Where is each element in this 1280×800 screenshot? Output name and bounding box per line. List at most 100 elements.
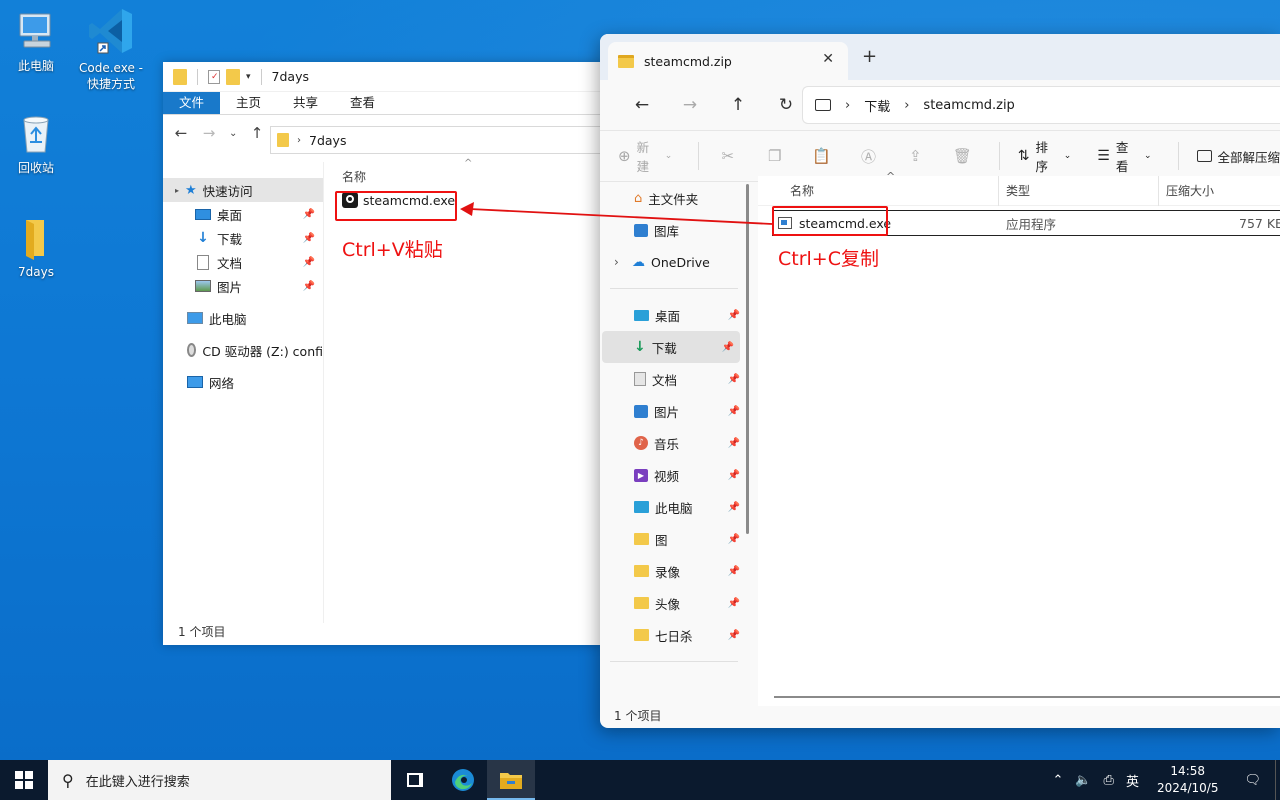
view-label: 查看 <box>1115 140 1129 174</box>
tab-share[interactable]: 共享 <box>277 92 334 114</box>
sidebar-item-folder-tu[interactable]: 图 📌 <box>600 523 746 555</box>
address-text: 7days <box>309 132 347 148</box>
sidebar-item-documents[interactable]: 文档 📌 <box>600 363 746 395</box>
cut-icon[interactable]: ✂ <box>717 147 738 165</box>
address-bar[interactable]: › 下载 › steamcmd.zip <box>802 86 1280 124</box>
sidebar-item-downloads[interactable]: ↓ 下载 📌 <box>602 331 740 363</box>
close-icon[interactable]: ✕ <box>822 51 834 67</box>
sidebar-item-desktop[interactable]: 桌面 📌 <box>600 299 746 331</box>
pin-icon[interactable]: 📌 <box>728 502 740 513</box>
sidebar-item-music[interactable]: ♪ 音乐 📌 <box>600 427 746 459</box>
taskbar-search-box[interactable]: ⚲ 在此键入进行搜索 <box>48 760 391 800</box>
pin-icon[interactable]: 📌 <box>722 342 734 353</box>
sidebar-scrollbar[interactable] <box>746 184 749 534</box>
pin-icon[interactable]: 📌 <box>303 281 315 292</box>
sidebar-item-pictures[interactable]: 图片 📌 <box>600 395 746 427</box>
sidebar-item-gallery[interactable]: 图库 <box>600 214 746 246</box>
sidebar-label: 音乐 <box>654 436 680 452</box>
pin-icon[interactable]: 📌 <box>728 630 740 641</box>
annotation-copy: Ctrl+C复制 <box>778 248 879 270</box>
tab-view[interactable]: 查看 <box>334 92 391 114</box>
forward-arrow-icon[interactable]: → <box>201 124 217 142</box>
navigation-pane: ▸ ★ 快速访问 桌面 📌 ↓ 下载 📌 文档 📌 图片 📌 此电脑 CD 驱动… <box>163 178 323 628</box>
network-icon[interactable]: ⎙ <box>1098 773 1120 788</box>
pin-icon[interactable]: 📌 <box>303 257 315 268</box>
new-button[interactable]: ⊕ 新建 ⌄ <box>618 137 672 175</box>
pin-icon[interactable]: 📌 <box>728 534 740 545</box>
sidebar-item-folder-7days[interactable]: 七日杀 📌 <box>600 619 746 651</box>
delete-icon[interactable]: 🗑 <box>952 147 973 165</box>
nav-this-pc[interactable]: 此电脑 <box>163 306 323 330</box>
taskbar-edge[interactable] <box>439 760 487 800</box>
desktop-icon-recycle-bin[interactable]: 回收站 <box>0 112 72 176</box>
nav-desktop[interactable]: 桌面 📌 <box>163 202 323 226</box>
nav-documents[interactable]: 文档 📌 <box>163 250 323 274</box>
column-headers: 名称 ^ 类型 压缩大小 <box>758 170 1280 206</box>
sort-icon: ⇅ <box>1017 148 1030 164</box>
sidebar-item-folder-touxiang[interactable]: 头像 📌 <box>600 587 746 619</box>
pin-icon[interactable]: 📌 <box>303 209 315 220</box>
paste-icon[interactable]: 📋 <box>811 147 832 165</box>
view-button[interactable]: ☰ 查看 ⌄ <box>1097 137 1151 175</box>
pin-icon[interactable]: 📌 <box>728 566 740 577</box>
properties-icon[interactable]: ✓ <box>208 69 220 84</box>
back-arrow-icon[interactable]: ← <box>173 124 189 142</box>
pin-icon[interactable]: 📌 <box>728 438 740 449</box>
pin-icon[interactable]: 📌 <box>728 310 740 321</box>
column-header-name[interactable]: 名称 <box>342 168 366 185</box>
horizontal-scrollbar[interactable] <box>774 696 1280 698</box>
copy-icon[interactable]: ❐ <box>764 147 785 165</box>
pin-icon[interactable]: 📌 <box>303 233 315 244</box>
nav-quick-access[interactable]: ▸ ★ 快速访问 <box>163 178 323 202</box>
sort-button[interactable]: ⇅ 排序 ⌄ <box>1018 137 1072 175</box>
clock[interactable]: 14:58 2024/10/5 <box>1145 763 1231 797</box>
up-arrow-icon[interactable]: ↑ <box>714 95 762 115</box>
pin-icon[interactable]: 📌 <box>728 470 740 481</box>
nav-downloads[interactable]: ↓ 下载 📌 <box>163 226 323 250</box>
pin-icon[interactable]: 📌 <box>728 374 740 385</box>
sidebar-item-videos[interactable]: ▶ 视频 📌 <box>600 459 746 491</box>
nav-cd-drive[interactable]: CD 驱动器 (Z:) confi <box>163 338 323 362</box>
column-divider[interactable] <box>1158 176 1159 206</box>
tab-file[interactable]: 文件 <box>163 92 221 114</box>
chevron-down-icon[interactable]: ⌄ <box>229 128 237 139</box>
share-icon[interactable]: ⇪ <box>905 147 926 165</box>
tab-home[interactable]: 主页 <box>220 92 277 114</box>
nav-network[interactable]: 网络 <box>163 370 323 394</box>
column-header-type[interactable]: 类型 <box>1006 182 1030 199</box>
extract-all-button[interactable]: 全部解压缩 <box>1196 147 1280 166</box>
desktop-icon-this-pc[interactable]: 此电脑 <box>0 10 72 74</box>
sidebar-item-this-pc[interactable]: 此电脑 📌 <box>600 491 746 523</box>
desktop-icon-7days-folder[interactable]: 7days <box>0 216 72 280</box>
input-method-indicator[interactable]: 英 <box>1120 771 1145 790</box>
column-header-name[interactable]: 名称 <box>790 182 814 199</box>
sidebar-item-folder-luxiang[interactable]: 录像 📌 <box>600 555 746 587</box>
column-divider[interactable] <box>998 176 999 206</box>
new-folder-icon[interactable] <box>226 68 240 85</box>
new-tab-button[interactable]: + <box>862 46 877 67</box>
show-desktop-button[interactable] <box>1275 760 1280 800</box>
nav-pictures[interactable]: 图片 📌 <box>163 274 323 298</box>
address-bar[interactable]: › 7days <box>270 126 603 154</box>
desktop-icon <box>634 309 649 321</box>
rename-icon[interactable]: Ⓐ <box>858 146 879 167</box>
sidebar-item-home[interactable]: ⌂ 主文件夹 <box>600 182 746 214</box>
sidebar-item-onedrive[interactable]: › ☁ OneDrive <box>600 246 746 278</box>
chevron-down-icon[interactable]: ▾ <box>246 72 251 82</box>
breadcrumb-steamcmd-zip[interactable]: steamcmd.zip <box>923 98 1014 113</box>
tab-steamcmd-zip[interactable]: steamcmd.zip ✕ <box>608 42 848 80</box>
notification-icon[interactable]: 🗨 <box>1230 773 1275 788</box>
forward-arrow-icon[interactable]: → <box>666 95 714 115</box>
back-arrow-icon[interactable]: ← <box>618 95 666 115</box>
breadcrumb-downloads[interactable]: 下载 <box>864 96 890 115</box>
volume-icon[interactable]: 🔈 <box>1069 773 1097 788</box>
pin-icon[interactable]: 📌 <box>728 406 740 417</box>
column-header-compressed-size[interactable]: 压缩大小 <box>1166 182 1214 199</box>
pin-icon[interactable]: 📌 <box>728 598 740 609</box>
chevron-up-icon[interactable]: ⌃ <box>1046 773 1069 788</box>
taskbar-file-explorer[interactable] <box>487 760 535 800</box>
task-view-button[interactable] <box>391 760 439 800</box>
desktop-icon-code-shortcut[interactable]: Code.exe - 快捷方式 <box>75 6 147 92</box>
start-button[interactable] <box>0 760 48 800</box>
up-arrow-icon[interactable]: ↑ <box>249 124 265 142</box>
